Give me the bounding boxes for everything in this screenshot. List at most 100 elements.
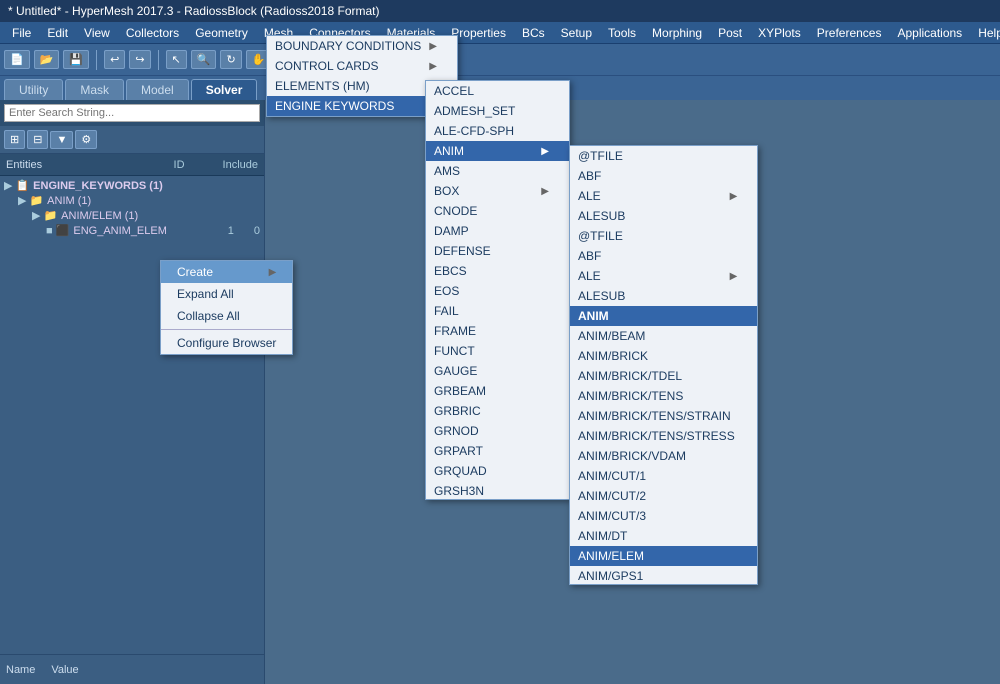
menu-item-preferences[interactable]: Preferences bbox=[809, 24, 890, 42]
anim-item-anim-dt[interactable]: ANIM/DT bbox=[570, 526, 757, 546]
ek-menu-item-grquad[interactable]: GRQUAD bbox=[426, 461, 569, 481]
ek-menu-item-damp[interactable]: DAMP bbox=[426, 221, 569, 241]
menu-item-bcs[interactable]: BCs bbox=[514, 24, 553, 42]
ek-menu-item-funct[interactable]: FUNCT bbox=[426, 341, 569, 361]
ek-menu-item-cnode[interactable]: CNODE bbox=[426, 201, 569, 221]
ek-menu-item-admesh_set[interactable]: ADMESH_SET bbox=[426, 101, 569, 121]
menu-item-tools[interactable]: Tools bbox=[600, 24, 644, 42]
menu-item-edit[interactable]: Edit bbox=[39, 24, 76, 42]
ctx-item-label: Expand All bbox=[177, 287, 234, 301]
menu-item-help[interactable]: Help bbox=[970, 24, 1000, 42]
anim-item-anim-brick-tens-strain[interactable]: ANIM/BRICK/TENS/STRAIN bbox=[570, 406, 757, 426]
ek-menu-item-accel[interactable]: ACCEL bbox=[426, 81, 569, 101]
anim-item-@tfile[interactable]: @TFILE bbox=[570, 226, 757, 246]
menu-item-post[interactable]: Post bbox=[710, 24, 750, 42]
anim-item-ale[interactable]: ALE▶ bbox=[570, 266, 757, 286]
menu-item-collectors[interactable]: Collectors bbox=[118, 24, 187, 42]
context-menu: Create▶ Expand All Collapse All Configure B… bbox=[160, 260, 293, 355]
ek-menu-item-box[interactable]: BOX▶ bbox=[426, 181, 569, 201]
tree-row[interactable]: ▶📋ENGINE_KEYWORDS (1) bbox=[0, 178, 264, 193]
menu-item-applications[interactable]: Applications bbox=[889, 24, 970, 42]
menu-bar: FileEditViewCollectorsGeometryMeshConnec… bbox=[0, 22, 1000, 44]
tab-utility[interactable]: Utility bbox=[4, 79, 63, 100]
tree-row[interactable]: ■⬛ENG_ANIM_ELEM10 bbox=[0, 223, 264, 238]
dd-item-label: FAIL bbox=[434, 304, 459, 318]
anim-item-anim-gps1[interactable]: ANIM/GPS1 bbox=[570, 566, 757, 585]
new-button[interactable]: 📄 bbox=[4, 50, 30, 69]
anim-item-alesub[interactable]: ALESUB bbox=[570, 206, 757, 226]
save-button[interactable]: 💾 bbox=[63, 50, 89, 69]
ek-menu-item-defense[interactable]: DEFENSE bbox=[426, 241, 569, 261]
anim-item-alesub[interactable]: ALESUB bbox=[570, 286, 757, 306]
ek-menu-item-grbeam[interactable]: GRBEAM bbox=[426, 381, 569, 401]
ek-menu-item-gauge[interactable]: GAUGE bbox=[426, 361, 569, 381]
menu-item-view[interactable]: View bbox=[76, 24, 118, 42]
dd-item-label: ACCEL bbox=[434, 84, 474, 98]
tree-area[interactable]: ▶📋ENGINE_KEYWORDS (1)▶📁ANIM (1)▶📁ANIM/EL… bbox=[0, 176, 264, 654]
col-include-header: Include bbox=[223, 159, 258, 171]
tree-expand-icon: ▶ bbox=[18, 194, 26, 207]
ek-menu-item-ebcs[interactable]: EBCS bbox=[426, 261, 569, 281]
anim-item-anim-brick-tens[interactable]: ANIM/BRICK/TENS bbox=[570, 386, 757, 406]
context-menu-item-collapse-all[interactable]: Collapse All bbox=[161, 305, 292, 327]
anim-item-abf[interactable]: ABF bbox=[570, 246, 757, 266]
ek-menu-item-grpart[interactable]: GRPART bbox=[426, 441, 569, 461]
dd-item-label: ANIM/BRICK/TENS/STRAIN bbox=[578, 409, 731, 423]
ek-menu-item-ams[interactable]: AMS bbox=[426, 161, 569, 181]
anim-item-ale[interactable]: ALE▶ bbox=[570, 186, 757, 206]
anim-item-abf[interactable]: ABF bbox=[570, 166, 757, 186]
anim-item-anim-cut-1[interactable]: ANIM/CUT/1 bbox=[570, 466, 757, 486]
ek-menu-item-fail[interactable]: FAIL bbox=[426, 301, 569, 321]
ctx-item-label: Create bbox=[177, 265, 213, 279]
redo-button[interactable]: ↪ bbox=[129, 50, 150, 69]
tree-row[interactable]: ▶📁ANIM (1) bbox=[0, 193, 264, 208]
ek-menu-item-ale-cfd-sph[interactable]: ALE-CFD-SPH bbox=[426, 121, 569, 141]
anim-item-anim-beam[interactable]: ANIM/BEAM bbox=[570, 326, 757, 346]
connectors-menu-item-control-cards[interactable]: CONTROL CARDS▶ bbox=[267, 56, 457, 76]
anim-item-anim-cut-3[interactable]: ANIM/CUT/3 bbox=[570, 506, 757, 526]
context-menu-item-create[interactable]: Create▶ bbox=[161, 261, 292, 283]
anim-item-anim-brick-tdel[interactable]: ANIM/BRICK/TDEL bbox=[570, 366, 757, 386]
context-menu-item-configure-browser[interactable]: Configure Browser bbox=[161, 332, 292, 354]
open-button[interactable]: 📂 bbox=[34, 50, 60, 69]
anim-item-@tfile[interactable]: @TFILE bbox=[570, 146, 757, 166]
tab-model[interactable]: Model bbox=[126, 79, 189, 100]
dd-item-label: ANIM/CUT/3 bbox=[578, 509, 646, 523]
menu-item-xyplots[interactable]: XYPlots bbox=[750, 24, 809, 42]
undo-button[interactable]: ↩ bbox=[104, 50, 125, 69]
ek-menu-item-eos[interactable]: EOS bbox=[426, 281, 569, 301]
menu-item-file[interactable]: File bbox=[4, 24, 39, 42]
dd-item-label: ADMESH_SET bbox=[434, 104, 515, 118]
menu-item-setup[interactable]: Setup bbox=[553, 24, 600, 42]
ek-menu-item-grsh3n[interactable]: GRSH3N bbox=[426, 481, 569, 500]
anim-item-anim-cut-2[interactable]: ANIM/CUT/2 bbox=[570, 486, 757, 506]
tree-row[interactable]: ▶📁ANIM/ELEM (1) bbox=[0, 208, 264, 223]
dd-item-label: ANIM/BRICK/TENS/STRESS bbox=[578, 429, 735, 443]
ek-menu-item-frame[interactable]: FRAME bbox=[426, 321, 569, 341]
settings-icon[interactable]: ⚙ bbox=[75, 130, 97, 149]
collapse-icon[interactable]: ⊟ bbox=[27, 130, 48, 149]
connectors-menu-item-boundary-conditions[interactable]: BOUNDARY CONDITIONS▶ bbox=[267, 36, 457, 56]
menu-item-morphing[interactable]: Morphing bbox=[644, 24, 710, 42]
expand-icon[interactable]: ⊞ bbox=[4, 130, 25, 149]
tab-solver[interactable]: Solver bbox=[191, 79, 258, 100]
context-menu-item-expand-all[interactable]: Expand All bbox=[161, 283, 292, 305]
col-id-header: ID bbox=[174, 159, 185, 171]
name-label: Name bbox=[6, 664, 35, 676]
anim-item-anim-brick-tens-stress[interactable]: ANIM/BRICK/TENS/STRESS bbox=[570, 426, 757, 446]
select-button[interactable]: ↖ bbox=[166, 50, 187, 69]
zoom-button[interactable]: 🔍 bbox=[191, 50, 217, 69]
ek-menu-item-grbric[interactable]: GRBRIC bbox=[426, 401, 569, 421]
ek-menu-item-anim[interactable]: ANIM▶ bbox=[426, 141, 569, 161]
rotate-button[interactable]: ↻ bbox=[220, 50, 241, 69]
tab-mask[interactable]: Mask bbox=[65, 79, 124, 100]
anim-item-anim-elem[interactable]: ANIM/ELEM bbox=[570, 546, 757, 566]
anim-item-anim-brick-vdam[interactable]: ANIM/BRICK/VDAM bbox=[570, 446, 757, 466]
anim-item-anim-brick[interactable]: ANIM/BRICK bbox=[570, 346, 757, 366]
dd-item-label: ENGINE KEYWORDS bbox=[275, 99, 394, 113]
search-input[interactable] bbox=[4, 104, 260, 122]
menu-item-geometry[interactable]: Geometry bbox=[187, 24, 256, 42]
ek-menu-item-grnod[interactable]: GRNOD bbox=[426, 421, 569, 441]
filter-icon[interactable]: ▼ bbox=[50, 131, 73, 149]
anim-item-anim[interactable]: ANIM bbox=[570, 306, 757, 326]
